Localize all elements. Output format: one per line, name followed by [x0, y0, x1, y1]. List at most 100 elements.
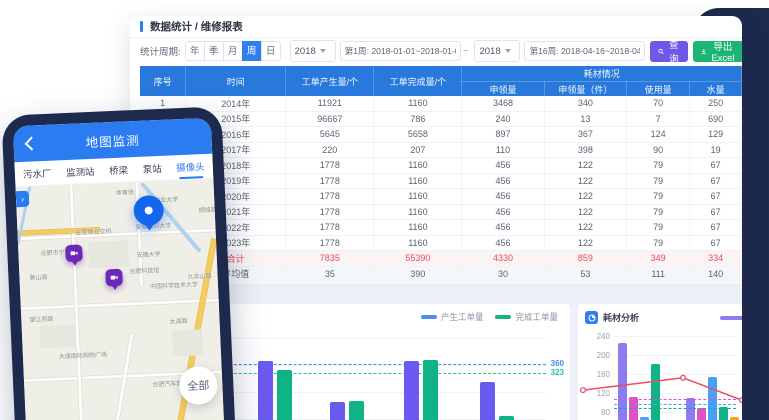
cell: 5645	[286, 127, 374, 143]
bar-产生工单量[interactable]	[480, 382, 495, 420]
cell: 207	[374, 142, 462, 158]
legend-item[interactable]: 产生工单量	[421, 311, 484, 323]
consumable-chart: 耗材分析 2402001601208040	[578, 304, 742, 420]
phone-mockup: 地图监测 污水厂监测站桥梁泵站摄像头 › 体育场安徽农业大学桐城路安徽医科大学五…	[1, 106, 236, 420]
export-excel-button[interactable]: 导出Excel	[693, 41, 742, 62]
period-option[interactable]: 年	[185, 41, 205, 61]
cell: 7	[627, 111, 690, 127]
cell: 1160	[374, 158, 462, 174]
phone-tab-监测站[interactable]: 监测站	[66, 159, 96, 184]
cell: 122	[544, 220, 627, 236]
column-header: 工单完成量/个	[374, 66, 462, 96]
table-row: 22015年96667786240137690	[140, 111, 742, 127]
period-option[interactable]: 周	[242, 41, 262, 61]
table-head: 序号时间工单产生量/个工单完成量/个耗材情况申领量申领量（件）使用量水量	[140, 66, 742, 96]
cell: 129	[690, 127, 742, 143]
table-body: 12014年11921116034683407025022015年9666778…	[140, 96, 742, 282]
map-poi-label: 体育场	[116, 187, 134, 197]
cell: 67	[690, 220, 742, 236]
bar-产生工单量[interactable]	[404, 361, 419, 420]
cell: 367	[544, 127, 627, 143]
cell: 340	[544, 96, 627, 111]
period-segment: 年季月周日	[185, 41, 281, 61]
phone-tab-摄像头[interactable]: 摄像头	[176, 154, 206, 179]
cell: 79	[627, 158, 690, 174]
year-start-select[interactable]: 2018	[290, 40, 336, 62]
week-end-input[interactable]	[524, 41, 645, 61]
cell: 5658	[374, 127, 462, 143]
cell: 1160	[374, 173, 462, 189]
year-end-value: 2018	[479, 46, 500, 57]
bar-产生工单量[interactable]	[330, 402, 345, 420]
bar-产生工单量[interactable]	[258, 361, 273, 420]
column-header: 工单产生量/个	[286, 66, 374, 96]
legend-swatch	[421, 315, 437, 320]
map-poi-label: 中国科学技术大学	[150, 279, 198, 290]
cell: 111	[627, 266, 690, 282]
total-row: 合计7835553904330859349334	[140, 251, 742, 267]
period-option[interactable]: 月	[223, 41, 243, 61]
map-block	[40, 325, 77, 349]
phone-tab-桥梁[interactable]: 桥梁	[109, 157, 129, 182]
cell: 19	[690, 142, 742, 158]
download-icon	[701, 47, 707, 56]
cell: 79	[627, 220, 690, 236]
period-label: 统计周期:	[140, 44, 181, 58]
breadcrumb: 数据统计 / 维修报表	[130, 16, 742, 38]
table-row: 32016年56455658897367124129	[140, 127, 742, 143]
table-row: 52018年177811604561227967	[140, 158, 742, 174]
map-poi-label: 安徽大学	[136, 249, 160, 259]
map-poi-label: 望江西路	[29, 314, 53, 324]
trend-line	[578, 304, 742, 420]
cell: 897	[462, 127, 544, 143]
cell: 70	[627, 96, 690, 111]
search-icon	[658, 47, 664, 56]
cell: 690	[690, 111, 742, 127]
cell: 456	[462, 220, 544, 236]
query-button[interactable]: 查询	[650, 41, 688, 62]
page: 数据统计 / 维修报表 统计周期: 年季月周日 2018 ~ 2018 查询 导	[0, 0, 769, 420]
phone-tab-污水厂[interactable]: 污水厂	[22, 161, 52, 186]
cell: 398	[544, 142, 627, 158]
camera-marker[interactable]	[105, 269, 123, 292]
cell: 334	[690, 251, 742, 267]
column-header: 时间	[186, 66, 286, 96]
cell: 390	[374, 266, 462, 282]
period-option[interactable]: 季	[204, 41, 224, 61]
cell: 1160	[374, 96, 462, 111]
cell: 79	[627, 235, 690, 251]
period-option[interactable]: 日	[261, 41, 281, 61]
legend-item[interactable]: 完成工单量	[495, 311, 558, 323]
week-start-input[interactable]	[340, 41, 461, 61]
bar-完成工单量[interactable]	[277, 370, 292, 420]
cell: 1778	[286, 158, 374, 174]
camera-marker[interactable]	[65, 244, 83, 267]
legend-label: 完成工单量	[515, 311, 558, 323]
camera-icon	[109, 273, 118, 282]
marker-tail	[70, 260, 78, 270]
marker-tail	[143, 222, 156, 237]
map-block	[172, 329, 203, 356]
bar-完成工单量[interactable]	[499, 416, 514, 420]
cell: 1160	[374, 220, 462, 236]
cell: 122	[544, 173, 627, 189]
year-end-select[interactable]: 2018	[474, 40, 520, 62]
map-poi-label: 合肥科技馆	[129, 265, 159, 275]
selected-camera-marker[interactable]	[133, 195, 164, 226]
cell: 55390	[374, 251, 462, 267]
cell: 1778	[286, 235, 374, 251]
column-header: 序号	[140, 66, 186, 96]
cell: 122	[544, 235, 627, 251]
phone-tab-泵站[interactable]: 泵站	[142, 156, 162, 181]
bar-完成工单量[interactable]	[349, 401, 364, 420]
map-view[interactable]: › 体育场安徽农业大学桐城路安徽医科大学五里墩立交桥合肥市宁溪小学安徽大学合肥科…	[16, 179, 226, 420]
bar-完成工单量[interactable]	[423, 360, 438, 420]
panel-expander-button[interactable]: ›	[16, 191, 30, 208]
table-row: 42017年2202071103989019	[140, 142, 742, 158]
phone-screen: 地图监测 污水厂监测站桥梁泵站摄像头 › 体育场安徽农业大学桐城路安徽医科大学五…	[13, 118, 226, 420]
map-road	[21, 298, 225, 309]
cell: 220	[286, 142, 374, 158]
show-all-button[interactable]: 全部	[179, 366, 219, 406]
cell: 1778	[286, 204, 374, 220]
back-chevron-icon[interactable]	[25, 136, 39, 150]
